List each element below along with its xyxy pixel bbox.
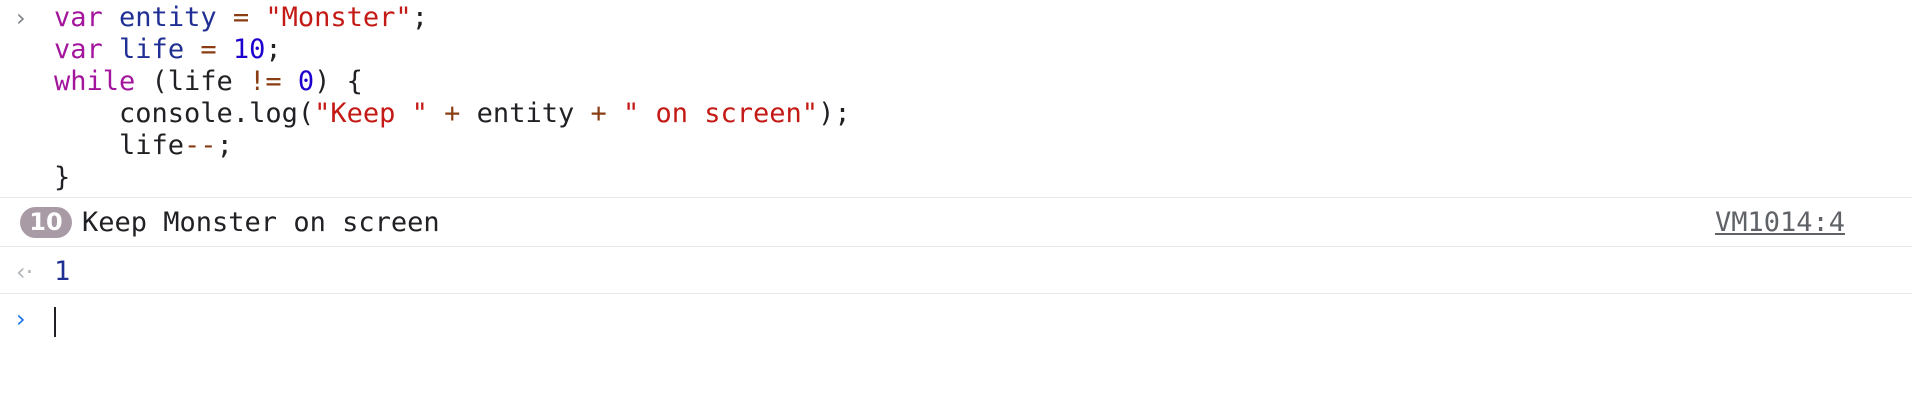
code-token: ; [216,130,233,161]
code-token: "Monster" [265,2,412,33]
code-token: "Keep " [314,98,428,129]
code-token: -- [184,130,217,161]
console-input-field[interactable] [54,303,1874,339]
code-token: = [200,34,217,65]
code-token: " on screen" [623,98,819,129]
return-value-icon: ‹· [16,258,34,286]
code-block[interactable]: var entity = "Monster"; var life = 10; w… [54,2,1892,194]
source-link[interactable]: VM1014:4 [1715,207,1845,239]
code-token: 0 [297,66,315,97]
repeat-count-badge: 10 [20,207,72,238]
log-message: Keep Monster on screen [82,207,440,238]
code-token: life [54,130,185,161]
code-token: } [54,162,71,193]
console-input-entry[interactable]: › var entity = "Monster"; var life = 10;… [0,0,1912,198]
code-line: var life = 10; [54,34,1892,66]
code-token: ); [818,98,851,129]
chevron-right-icon: › [16,4,26,32]
code-token: entity [119,2,217,33]
code-token: ; [411,2,428,33]
code-token: ; [265,34,282,65]
code-token: + [444,98,461,129]
code-line: } [54,162,1892,194]
code-token: while [54,66,136,97]
code-token: ) { [314,66,363,97]
code-line: console.log("Keep " + entity + " on scre… [54,98,1892,130]
code-token: + [590,98,607,129]
code-token: console.log( [54,98,315,129]
text-caret [54,307,56,337]
code-token: = [232,2,250,33]
console-panel: › var entity = "Monster"; var life = 10;… [0,0,1912,408]
result-value: 1 [54,256,71,287]
code-line: while (life != 0) { [54,66,1892,98]
console-result-entry: ‹· 1 [0,248,1912,294]
chevron-right-icon: › [16,305,26,333]
code-token: var [54,2,103,33]
code-token: (life [135,66,250,97]
code-line: var entity = "Monster"; [54,2,1892,34]
code-token: var [54,34,103,65]
code-token: 10 [232,34,266,65]
code-token: life [119,34,185,65]
console-log-entry: 10 Keep Monster on screen VM1014:4 [0,199,1912,247]
code-line: life--; [54,130,1892,162]
code-token: entity [460,98,591,129]
code-token: != [249,66,282,97]
console-prompt[interactable]: › [0,295,1912,355]
